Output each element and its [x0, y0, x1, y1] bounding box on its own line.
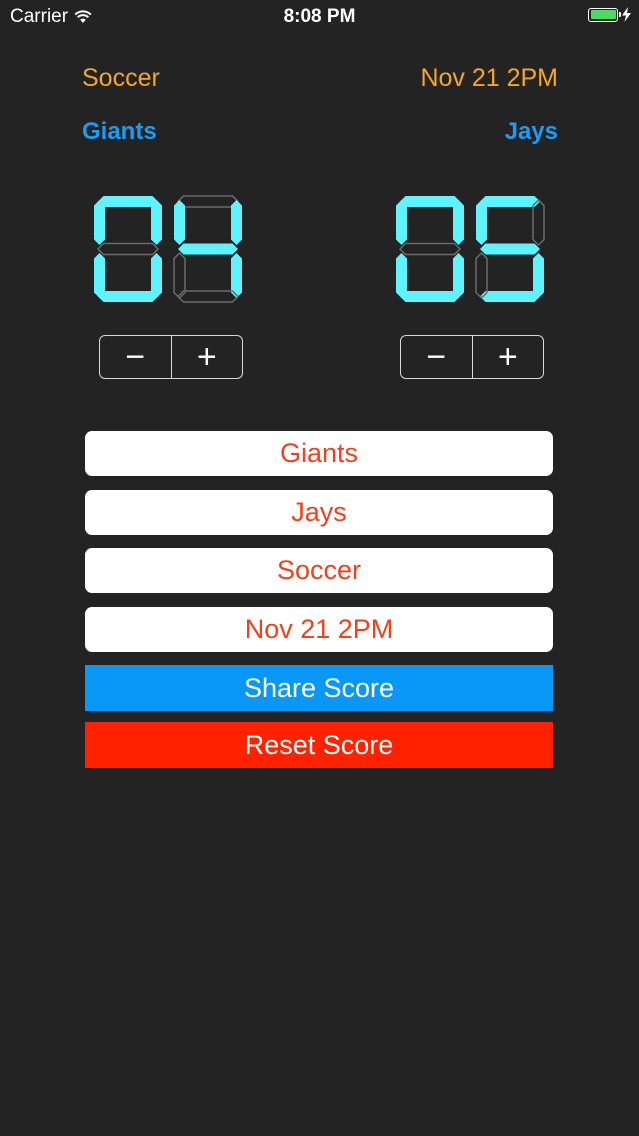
home-score-digit-2-segment-b — [231, 200, 242, 245]
reset-score-button[interactable]: Reset Score — [85, 722, 553, 768]
home-score-digit-1-segment-g — [96, 242, 160, 256]
away-decrement-button[interactable]: − — [401, 336, 472, 378]
home-increment-button[interactable]: + — [170, 336, 243, 378]
away-score-digit-2-segment-d — [480, 291, 540, 302]
home-score-digit-2-segment-a — [176, 195, 240, 208]
home-score-digit-1-segment-a — [98, 196, 158, 207]
home-score-digit-1-segment-f — [94, 200, 105, 245]
game-info-row: Soccer Nov 21 2PM — [82, 64, 558, 93]
away-score-digit-2-segment-a — [480, 196, 540, 207]
away-score-digit-2-segment-f — [476, 200, 487, 245]
home-score-digit-1-segment-b — [151, 200, 162, 245]
away-score-display — [396, 196, 545, 302]
share-score-button[interactable]: Share Score — [85, 665, 553, 711]
away-score-digit-1-segment-b — [453, 200, 464, 245]
away-score-digit-1-segment-g — [398, 242, 462, 256]
datetime-label: Nov 21 2PM — [420, 64, 558, 92]
sport-label: Soccer — [82, 64, 160, 92]
away-score-stepper[interactable]: − + — [400, 335, 544, 379]
away-score-digit-1-segment-f — [396, 200, 407, 245]
home-score-digit-1-segment-d — [98, 291, 158, 302]
clock: 8:08 PM — [283, 6, 356, 27]
away-score-digit-2-segment-g — [480, 243, 540, 255]
home-decrement-button[interactable]: − — [100, 336, 171, 378]
away-score-digit-1-segment-e — [396, 253, 407, 298]
datetime-field[interactable]: Nov 21 2PM — [85, 607, 553, 652]
away-increment-button[interactable]: + — [471, 336, 544, 378]
sport-field[interactable]: Soccer — [85, 548, 553, 593]
home-score-digit-2-segment-d — [176, 290, 240, 303]
home-score-digit-2-segment-g — [178, 243, 238, 255]
home-score-stepper[interactable]: − + — [99, 335, 243, 379]
home-team-label: Giants — [82, 118, 157, 145]
home-score-digit-2-segment-f — [174, 200, 185, 245]
status-bar: Carrier 8:08 PM — [0, 0, 639, 34]
home-score-digit-1-segment-e — [94, 253, 105, 298]
home-score-display — [94, 195, 242, 303]
away-score-digit-1-segment-d — [400, 291, 460, 302]
team-names-row: Giants Jays — [82, 118, 558, 146]
away-score-digit-1-segment-a — [400, 196, 460, 207]
battery-area — [588, 7, 631, 22]
battery-icon — [588, 7, 621, 22]
bolt-icon — [622, 7, 631, 22]
home-team-field[interactable]: Giants — [85, 431, 553, 476]
away-team-label: Jays — [504, 118, 558, 145]
away-team-field[interactable]: Jays — [85, 490, 553, 535]
